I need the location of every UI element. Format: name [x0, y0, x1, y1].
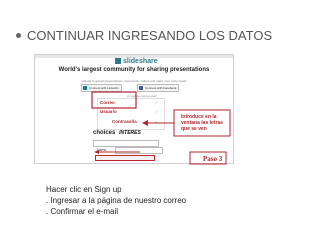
field-highlight-box — [91, 91, 137, 109]
step-label: Paso 3 — [203, 155, 223, 163]
note-highlight-box — [173, 109, 231, 137]
instruction-line: . Confirmar el e-mail — [46, 207, 119, 216]
arrow-head-icon — [142, 120, 148, 126]
instruction-line: Hacer clic en Sign up — [46, 185, 122, 194]
arrow-head-icon — [94, 150, 99, 154]
instructions: Hacer clic en Sign up . Ingresar a la pá… — [46, 184, 186, 217]
instruction-line: . Ingresar a la página de nuestro correo — [46, 196, 187, 205]
